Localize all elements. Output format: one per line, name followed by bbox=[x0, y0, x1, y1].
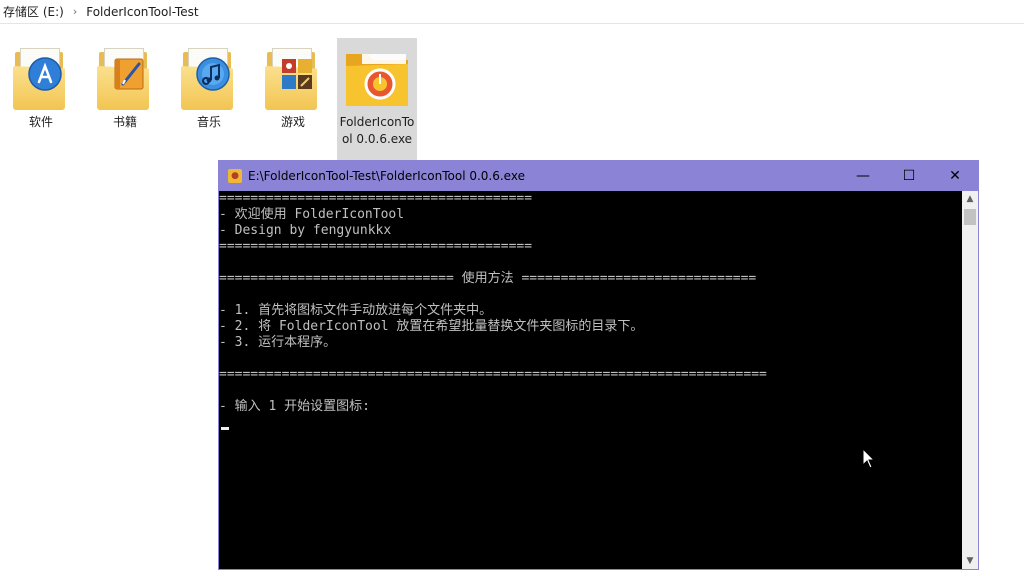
minimize-button[interactable]: — bbox=[840, 161, 886, 191]
scroll-thumb[interactable] bbox=[964, 209, 976, 225]
app-icon: ● bbox=[228, 169, 242, 183]
ibooks-folder-icon bbox=[97, 44, 153, 110]
window-title: E:\FolderIconTool-Test\FolderIconTool 0.… bbox=[248, 169, 525, 183]
close-button[interactable]: ✕ bbox=[932, 161, 978, 191]
app-store-folder-icon bbox=[13, 44, 69, 110]
file-item-foldericontool-exe[interactable]: FolderIconTool 0.0.6.exe bbox=[337, 38, 417, 164]
console-window[interactable]: ● E:\FolderIconTool-Test\FolderIconTool … bbox=[218, 160, 979, 570]
scroll-up-icon[interactable]: ▲ bbox=[962, 191, 978, 207]
breadcrumb-folder[interactable]: FolderIconTool-Test bbox=[83, 5, 201, 19]
mouse-pointer-icon bbox=[862, 448, 876, 469]
file-item-games[interactable]: 游戏 bbox=[253, 38, 333, 131]
file-item-label: 书籍 bbox=[112, 115, 137, 129]
text-cursor bbox=[221, 427, 229, 430]
console-output[interactable]: ========================================… bbox=[219, 191, 962, 569]
scroll-down-icon[interactable]: ▼ bbox=[962, 553, 978, 569]
file-item-books[interactable]: 书籍 bbox=[85, 38, 165, 131]
itunes-folder-icon bbox=[181, 44, 237, 110]
console-title-bar[interactable]: ● E:\FolderIconTool-Test\FolderIconTool … bbox=[219, 161, 978, 191]
address-bar[interactable]: 存储区 (E:) › FolderIconTool-Test bbox=[0, 0, 1024, 24]
chevron-right-icon[interactable]: › bbox=[67, 5, 83, 18]
file-item-software[interactable]: 软件 bbox=[1, 38, 81, 131]
console-text: ========================================… bbox=[219, 191, 767, 414]
file-item-label: 游戏 bbox=[280, 115, 305, 129]
game-center-folder-icon bbox=[265, 44, 321, 110]
file-item-label: FolderIconTool 0.0.6.exe bbox=[339, 115, 415, 146]
foldericontool-exe-icon bbox=[342, 44, 412, 110]
file-item-music[interactable]: 音乐 bbox=[169, 38, 249, 131]
vertical-scrollbar[interactable]: ▲ ▼ bbox=[962, 191, 978, 569]
breadcrumb-drive[interactable]: 存储区 (E:) bbox=[0, 3, 67, 20]
file-item-label: 音乐 bbox=[196, 115, 221, 129]
file-item-label: 软件 bbox=[28, 115, 53, 129]
maximize-button[interactable]: ☐ bbox=[886, 161, 932, 191]
